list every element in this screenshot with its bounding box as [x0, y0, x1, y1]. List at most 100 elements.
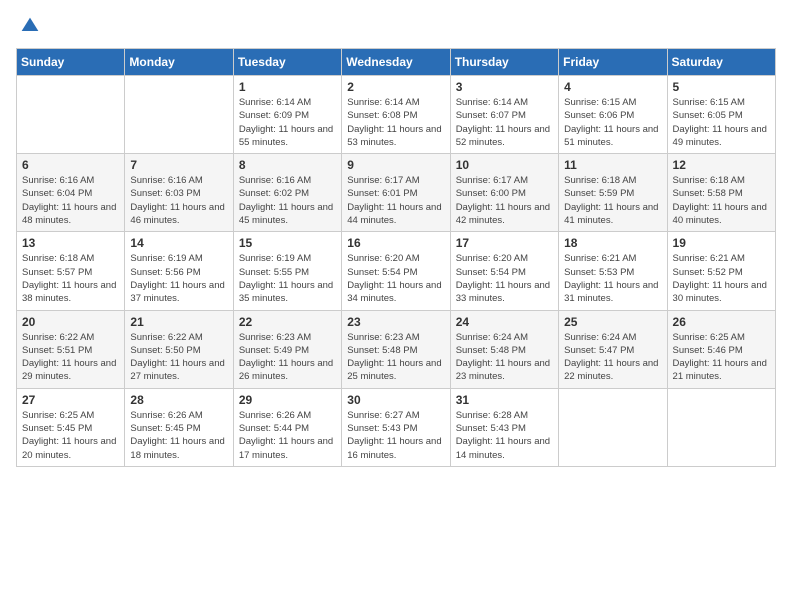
calendar-cell: 20 Sunrise: 6:22 AMSunset: 5:51 PMDayligh… [17, 310, 125, 388]
calendar-cell: 16 Sunrise: 6:20 AMSunset: 5:54 PMDayligh… [342, 232, 450, 310]
day-number: 13 [22, 236, 119, 250]
calendar-cell: 26 Sunrise: 6:25 AMSunset: 5:46 PMDayligh… [667, 310, 775, 388]
calendar-week-row: 1 Sunrise: 6:14 AMSunset: 6:09 PMDaylight… [17, 76, 776, 154]
day-info: Sunrise: 6:26 AMSunset: 5:45 PMDaylight:… [130, 409, 227, 462]
calendar-cell: 7Sunrise: 6:16 AMSunset: 6:03 PMDaylight… [125, 154, 233, 232]
calendar-cell: 29Sunrise: 6:26 AMSunset: 5:44 PMDayligh… [233, 388, 341, 466]
calendar-cell [125, 76, 233, 154]
day-number: 5 [673, 80, 770, 94]
logo [16, 16, 40, 36]
day-info: Sunrise: 6:21 AMSunset: 5:52 PMDaylight:… [673, 252, 770, 305]
page-header [16, 16, 776, 36]
day-info: Sunrise: 6:18 AMSunset: 5:58 PMDaylight:… [673, 174, 770, 227]
day-info: Sunrise: 6:22 AMSunset: 5:51 PMDaylight:… [22, 331, 119, 384]
calendar-cell: 13 Sunrise: 6:18 AMSunset: 5:57 PMDayligh… [17, 232, 125, 310]
calendar-cell: 25 Sunrise: 6:24 AMSunset: 5:47 PMDayligh… [559, 310, 667, 388]
day-number: 9 [347, 158, 444, 172]
day-info: Sunrise: 6:18 AMSunset: 5:57 PMDaylight:… [22, 252, 119, 305]
calendar-cell: 24Sunrise: 6:24 AMSunset: 5:48 PMDayligh… [450, 310, 558, 388]
day-info: Sunrise: 6:14 AMSunset: 6:09 PMDaylight:… [239, 96, 336, 149]
calendar-cell: 2 Sunrise: 6:14 AMSunset: 6:08 PMDaylight… [342, 76, 450, 154]
day-info: Sunrise: 6:23 AMSunset: 5:49 PMDaylight:… [239, 331, 336, 384]
day-number: 18 [564, 236, 661, 250]
calendar-table: SundayMondayTuesdayWednesdayThursdayFrid… [16, 48, 776, 467]
calendar-cell: 4 Sunrise: 6:15 AMSunset: 6:06 PMDaylight… [559, 76, 667, 154]
day-number: 1 [239, 80, 336, 94]
logo-icon [20, 16, 40, 36]
calendar-cell: 23 Sunrise: 6:23 AMSunset: 5:48 PMDayligh… [342, 310, 450, 388]
day-number: 23 [347, 315, 444, 329]
day-number: 31 [456, 393, 553, 407]
calendar-cell: 19 Sunrise: 6:21 AMSunset: 5:52 PMDayligh… [667, 232, 775, 310]
day-number: 20 [22, 315, 119, 329]
day-info: Sunrise: 6:19 AMSunset: 5:55 PMDaylight:… [239, 252, 336, 305]
day-number: 27 [22, 393, 119, 407]
calendar-header-row: SundayMondayTuesdayWednesdayThursdayFrid… [17, 49, 776, 76]
weekday-header: Thursday [450, 49, 558, 76]
day-info: Sunrise: 6:19 AMSunset: 5:56 PMDaylight:… [130, 252, 227, 305]
day-info: Sunrise: 6:22 AMSunset: 5:50 PMDaylight:… [130, 331, 227, 384]
day-info: Sunrise: 6:17 AMSunset: 6:01 PMDaylight:… [347, 174, 444, 227]
weekday-header: Friday [559, 49, 667, 76]
calendar-cell [667, 388, 775, 466]
day-info: Sunrise: 6:20 AMSunset: 5:54 PMDaylight:… [456, 252, 553, 305]
calendar-week-row: 13 Sunrise: 6:18 AMSunset: 5:57 PMDayligh… [17, 232, 776, 310]
day-info: Sunrise: 6:21 AMSunset: 5:53 PMDaylight:… [564, 252, 661, 305]
day-number: 7 [130, 158, 227, 172]
calendar-cell: 14 Sunrise: 6:19 AMSunset: 5:56 PMDayligh… [125, 232, 233, 310]
day-number: 22 [239, 315, 336, 329]
weekday-header: Wednesday [342, 49, 450, 76]
day-number: 17 [456, 236, 553, 250]
weekday-header: Sunday [17, 49, 125, 76]
calendar-cell: 27 Sunrise: 6:25 AMSunset: 5:45 PMDayligh… [17, 388, 125, 466]
day-number: 8 [239, 158, 336, 172]
calendar-cell: 15 Sunrise: 6:19 AMSunset: 5:55 PMDayligh… [233, 232, 341, 310]
day-info: Sunrise: 6:17 AMSunset: 6:00 PMDaylight:… [456, 174, 553, 227]
day-number: 21 [130, 315, 227, 329]
calendar-cell: 12Sunrise: 6:18 AMSunset: 5:58 PMDayligh… [667, 154, 775, 232]
day-number: 29 [239, 393, 336, 407]
day-info: Sunrise: 6:25 AMSunset: 5:46 PMDaylight:… [673, 331, 770, 384]
day-number: 19 [673, 236, 770, 250]
day-number: 10 [456, 158, 553, 172]
day-info: Sunrise: 6:24 AMSunset: 5:47 PMDaylight:… [564, 331, 661, 384]
day-info: Sunrise: 6:14 AMSunset: 6:08 PMDaylight:… [347, 96, 444, 149]
day-number: 16 [347, 236, 444, 250]
calendar-cell: 18 Sunrise: 6:21 AMSunset: 5:53 PMDayligh… [559, 232, 667, 310]
day-info: Sunrise: 6:15 AMSunset: 6:06 PMDaylight:… [564, 96, 661, 149]
day-number: 4 [564, 80, 661, 94]
day-number: 2 [347, 80, 444, 94]
day-number: 30 [347, 393, 444, 407]
calendar-cell: 11Sunrise: 6:18 AMSunset: 5:59 PMDayligh… [559, 154, 667, 232]
calendar-cell: 31 Sunrise: 6:28 AMSunset: 5:43 PMDayligh… [450, 388, 558, 466]
day-info: Sunrise: 6:18 AMSunset: 5:59 PMDaylight:… [564, 174, 661, 227]
calendar-cell [559, 388, 667, 466]
calendar-cell: 1 Sunrise: 6:14 AMSunset: 6:09 PMDaylight… [233, 76, 341, 154]
day-info: Sunrise: 6:24 AMSunset: 5:48 PMDaylight:… [456, 331, 553, 384]
calendar-cell: 8Sunrise: 6:16 AMSunset: 6:02 PMDaylight… [233, 154, 341, 232]
day-number: 25 [564, 315, 661, 329]
day-number: 6 [22, 158, 119, 172]
day-info: Sunrise: 6:27 AMSunset: 5:43 PMDaylight:… [347, 409, 444, 462]
calendar-cell: 6Sunrise: 6:16 AMSunset: 6:04 PMDaylight… [17, 154, 125, 232]
calendar-cell: 9 Sunrise: 6:17 AMSunset: 6:01 PMDaylight… [342, 154, 450, 232]
day-number: 15 [239, 236, 336, 250]
day-info: Sunrise: 6:14 AMSunset: 6:07 PMDaylight:… [456, 96, 553, 149]
day-number: 26 [673, 315, 770, 329]
day-info: Sunrise: 6:25 AMSunset: 5:45 PMDaylight:… [22, 409, 119, 462]
day-info: Sunrise: 6:15 AMSunset: 6:05 PMDaylight:… [673, 96, 770, 149]
day-number: 14 [130, 236, 227, 250]
calendar-cell [17, 76, 125, 154]
calendar-week-row: 6Sunrise: 6:16 AMSunset: 6:04 PMDaylight… [17, 154, 776, 232]
calendar-week-row: 27 Sunrise: 6:25 AMSunset: 5:45 PMDayligh… [17, 388, 776, 466]
day-info: Sunrise: 6:20 AMSunset: 5:54 PMDaylight:… [347, 252, 444, 305]
calendar-cell: 10 Sunrise: 6:17 AMSunset: 6:00 PMDayligh… [450, 154, 558, 232]
calendar-cell: 21 Sunrise: 6:22 AMSunset: 5:50 PMDayligh… [125, 310, 233, 388]
day-info: Sunrise: 6:23 AMSunset: 5:48 PMDaylight:… [347, 331, 444, 384]
day-info: Sunrise: 6:28 AMSunset: 5:43 PMDaylight:… [456, 409, 553, 462]
calendar-cell: 3 Sunrise: 6:14 AMSunset: 6:07 PMDaylight… [450, 76, 558, 154]
calendar-cell: 5 Sunrise: 6:15 AMSunset: 6:05 PMDaylight… [667, 76, 775, 154]
weekday-header: Monday [125, 49, 233, 76]
weekday-header: Tuesday [233, 49, 341, 76]
day-number: 3 [456, 80, 553, 94]
